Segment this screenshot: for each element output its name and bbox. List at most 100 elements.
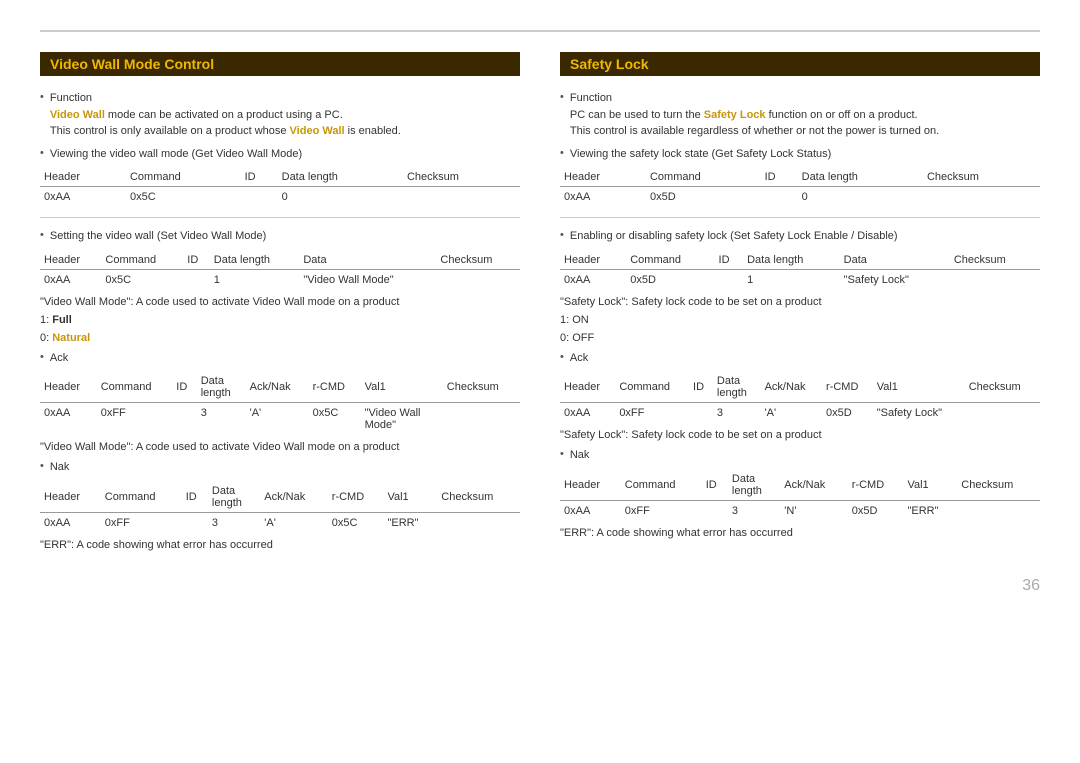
rack-td-header: 0xAA <box>560 403 615 424</box>
set-td-data: "Video Wall Mode" <box>299 269 436 290</box>
bullet-dot-4: • <box>40 351 44 363</box>
left-get-title: Viewing the video wall mode (Get Video W… <box>50 146 302 163</box>
left-get-table: Header Command ID Data length Checksum 0… <box>40 168 520 207</box>
ack-th-datalength: Datalength <box>197 372 246 403</box>
right-get-bullet: • Viewing the safety lock state (Get Saf… <box>560 146 1040 163</box>
table-row: 0xAA 0x5C 1 "Video Wall Mode" <box>40 269 520 290</box>
left-value1-label: 1: <box>40 314 52 326</box>
left-value2: 0: Natural <box>40 332 520 344</box>
rnak-td-command: 0xFF <box>621 500 702 521</box>
right-divider-1 <box>560 217 1040 218</box>
rset-td-id <box>715 269 744 290</box>
right-nak-bullet: • Nak <box>560 447 1040 464</box>
nak-td-acknak: 'A' <box>260 512 328 533</box>
right-value1: 1: ON <box>560 314 1040 326</box>
right-function-bullet: • Function PC can be used to turn the Sa… <box>560 90 1040 140</box>
set-th-header: Header <box>40 251 101 270</box>
left-func-text2-pre: This control is only available on a prod… <box>50 125 290 137</box>
nak-th-id: ID <box>182 482 208 513</box>
right-func-text2: This control is available regardless of … <box>570 125 939 137</box>
ack-td-acknak: 'A' <box>246 403 309 436</box>
right-column: Safety Lock • Function PC can be used to… <box>560 52 1040 557</box>
set-td-datalength: 1 <box>210 269 300 290</box>
rget-td-command: 0x5D <box>646 187 761 208</box>
right-ack-title: Ack <box>570 350 588 367</box>
rset-td-checksum <box>950 269 1040 290</box>
rnak-th-val1: Val1 <box>903 470 957 501</box>
ack-td-command: 0xFF <box>97 403 173 436</box>
left-nak-table: Header Command ID Datalength Ack/Nak r-C… <box>40 482 520 533</box>
rack-td-acknak: 'A' <box>761 403 822 424</box>
right-set-bullet: • Enabling or disabling safety lock (Set… <box>560 228 1040 245</box>
set-td-header: 0xAA <box>40 269 101 290</box>
right-err-note: "ERR": A code showing what error has occ… <box>560 527 1040 539</box>
left-section-title: Video Wall Mode Control <box>50 56 214 72</box>
rack-td-id <box>689 403 713 424</box>
ack-td-val1: "Video WallMode" <box>361 403 443 436</box>
rset-th-checksum: Checksum <box>950 251 1040 270</box>
left-nak-title: Nak <box>50 459 70 476</box>
ack-th-command: Command <box>97 372 173 403</box>
left-err-note: "ERR": A code showing what error has occ… <box>40 539 520 551</box>
ack-th-val1: Val1 <box>361 372 443 403</box>
rget-td-header: 0xAA <box>560 187 646 208</box>
left-value1: 1: Full <box>40 314 520 326</box>
left-value1-val: Full <box>52 314 72 326</box>
left-get-bullet: • Viewing the video wall mode (Get Video… <box>40 146 520 163</box>
right-value2: 0: OFF <box>560 332 1040 344</box>
right-value2-val: OFF <box>572 332 594 344</box>
rnak-th-id: ID <box>702 470 728 501</box>
rset-td-header: 0xAA <box>560 269 626 290</box>
left-ack-title: Ack <box>50 350 68 367</box>
nak-td-checksum <box>437 512 520 533</box>
left-column: Video Wall Mode Control • Function Video… <box>40 52 520 557</box>
right-note1: "Safety Lock": Safety lock code to be se… <box>560 296 1040 308</box>
ack-td-datalength: 3 <box>197 403 246 436</box>
top-border <box>40 30 1040 32</box>
right-get-table: Header Command ID Data length Checksum 0… <box>560 168 1040 207</box>
get-th-datalength: Data length <box>278 168 403 187</box>
nak-td-header: 0xAA <box>40 512 101 533</box>
rnak-td-val1: "ERR" <box>903 500 957 521</box>
set-td-checksum <box>436 269 520 290</box>
rget-th-checksum: Checksum <box>923 168 1040 187</box>
get-td-datalength: 0 <box>278 187 403 208</box>
left-function-label: Function <box>50 92 92 104</box>
rack-td-checksum <box>965 403 1040 424</box>
get-td-header: 0xAA <box>40 187 126 208</box>
rnak-td-acknak: 'N' <box>780 500 848 521</box>
rget-th-command: Command <box>646 168 761 187</box>
rset-td-datalength: 1 <box>743 269 840 290</box>
right-nak-title: Nak <box>570 447 590 464</box>
rnak-td-header: 0xAA <box>560 500 621 521</box>
left-function-text: Function Video Wall mode can be activate… <box>50 90 401 140</box>
right-safety-lock-gold: Safety Lock <box>704 109 766 121</box>
left-note2: "Video Wall Mode": A code used to activa… <box>40 441 520 453</box>
rnak-th-checksum: Checksum <box>957 470 1040 501</box>
right-function-label: Function <box>570 92 612 104</box>
right-get-title: Viewing the safety lock state (Get Safet… <box>570 146 831 163</box>
ack-td-checksum <box>443 403 520 436</box>
table-row: 0xAA 0xFF 3 'N' 0x5D "ERR" <box>560 500 1040 521</box>
set-th-checksum: Checksum <box>436 251 520 270</box>
table-row: 0xAA 0x5C 0 <box>40 187 520 208</box>
nak-th-command: Command <box>101 482 182 513</box>
table-row: 0xAA 0xFF 3 'A' 0x5C "ERR" <box>40 512 520 533</box>
left-video-wall-gold-1: Video Wall <box>50 109 105 121</box>
rnak-td-checksum <box>957 500 1040 521</box>
nak-th-datalength: Datalength <box>208 482 260 513</box>
get-th-checksum: Checksum <box>403 168 520 187</box>
rset-td-data: "Safety Lock" <box>840 269 950 290</box>
rack-th-header: Header <box>560 372 615 403</box>
table-row: 0xAA 0xFF 3 'A' 0x5D "Safety Lock" <box>560 403 1040 424</box>
right-section-title-bar: Safety Lock <box>560 52 1040 76</box>
get-td-checksum <box>403 187 520 208</box>
right-bullet-dot-2: • <box>560 147 564 159</box>
left-ack-bullet: • Ack <box>40 350 520 367</box>
rack-td-val1: "Safety Lock" <box>873 403 965 424</box>
right-set-table: Header Command ID Data length Data Check… <box>560 251 1040 290</box>
set-td-id <box>183 269 209 290</box>
get-td-command: 0x5C <box>126 187 241 208</box>
rack-th-datalength: Datalength <box>713 372 761 403</box>
rget-td-id <box>761 187 798 208</box>
